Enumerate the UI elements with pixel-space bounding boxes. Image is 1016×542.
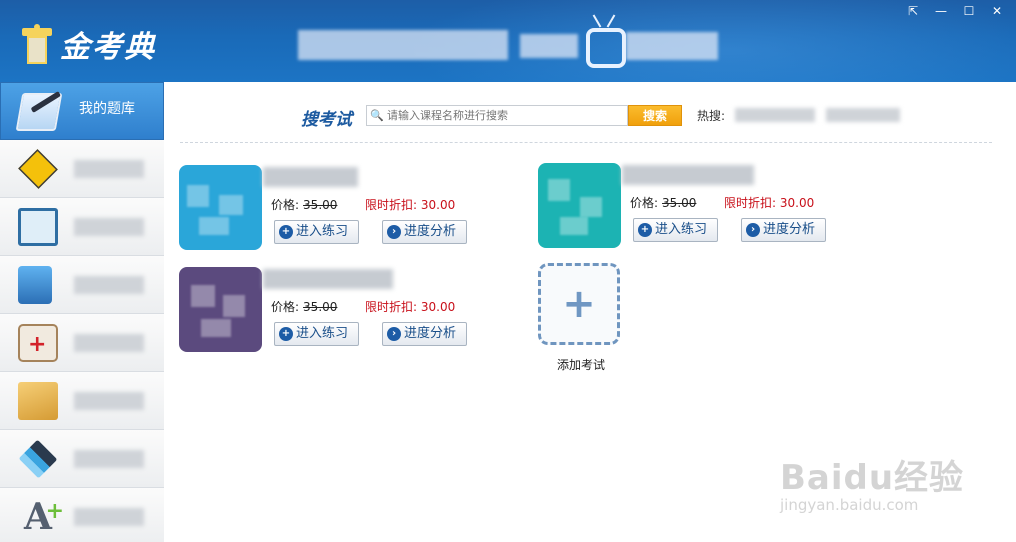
enter-practice-button[interactable]: + 进入练习	[633, 218, 718, 242]
plus-circle-icon: +	[638, 223, 652, 237]
progress-analysis-button[interactable]: › 进度分析	[382, 220, 467, 244]
close-button[interactable]: ✕	[984, 2, 1010, 20]
chevron-right-circle-icon: ›	[746, 223, 760, 237]
progress-analysis-button[interactable]: › 进度分析	[382, 322, 467, 346]
enter-practice-button[interactable]: + 进入练习	[274, 220, 359, 244]
sidebar-item-8[interactable]: A +	[0, 488, 164, 542]
pin-icon[interactable]: ⇱	[900, 2, 926, 20]
sidebar: 我的题库 A+	[0, 82, 164, 542]
divider	[180, 142, 992, 143]
app-logo: 金考典	[22, 22, 156, 66]
search-icon: 🔍	[370, 109, 384, 122]
course-card: 价格: 35.00 限时折扣: 30.00 + 进入练习 › 进度分析	[179, 267, 479, 357]
search-button[interactable]: 搜索	[628, 105, 682, 126]
sidebar-item-4[interactable]	[0, 256, 164, 314]
course-discount: 限时折扣: 30.00	[365, 300, 456, 314]
enter-practice-button[interactable]: + 进入练习	[274, 322, 359, 346]
chevron-right-circle-icon: ›	[387, 327, 401, 341]
letter-a-plus-icon: A +	[24, 496, 64, 538]
sidebar-label-blurred	[74, 450, 144, 468]
logo-text: 金考典	[60, 30, 156, 65]
course-card: 价格: 35.00 限时折扣: 30.00 + 进入练习 › 进度分析	[538, 163, 838, 253]
maximize-button[interactable]: ☐	[956, 2, 982, 20]
course-title-blurred	[263, 167, 358, 187]
banner-text-blurred-3	[626, 32, 718, 60]
hot-search-label: 热搜:	[697, 109, 726, 123]
tv-icon	[580, 14, 630, 72]
sidebar-label-blurred	[74, 392, 144, 410]
course-price: 价格: 35.00	[271, 198, 338, 212]
course-discount: 限时折扣: 30.00	[724, 196, 815, 210]
minimize-button[interactable]: —	[928, 2, 954, 20]
sidebar-item-5[interactable]	[0, 314, 164, 372]
watermark-url: jingyan.baidu.com	[780, 496, 919, 514]
sidebar-item-2[interactable]	[0, 140, 164, 198]
course-title-blurred	[622, 165, 754, 185]
clipboard-icon	[18, 208, 58, 246]
search-box: 🔍	[366, 105, 628, 126]
course-discount: 限时折扣: 30.00	[365, 198, 456, 212]
course-title-blurred	[263, 269, 393, 289]
hot-search-item-blurred[interactable]	[735, 108, 815, 122]
sidebar-item-3[interactable]	[0, 198, 164, 256]
plus-circle-icon: +	[279, 225, 293, 239]
course-thumbnail[interactable]	[538, 163, 621, 248]
window-controls: ⇱ — ☐ ✕	[900, 2, 1010, 20]
folder-icon	[18, 382, 58, 420]
sidebar-label-blurred	[74, 334, 144, 352]
bar-chart-book-icon	[18, 266, 52, 304]
watermark-main: Baidu经验	[780, 458, 965, 498]
chevron-right-circle-icon: ›	[387, 225, 401, 239]
medical-kit-icon	[18, 324, 58, 362]
search-title: 搜考试	[301, 110, 352, 130]
plus-icon: +	[562, 281, 596, 327]
add-exam-label: 添加考试	[557, 358, 606, 372]
sidebar-label-blurred	[74, 160, 144, 178]
sidebar-label-blurred	[74, 508, 144, 526]
book-pen-icon	[15, 90, 63, 131]
add-exam-button[interactable]: +	[538, 263, 620, 345]
baidu-watermark: Baidu经验 jingyan.baidu.com	[780, 440, 1010, 530]
search-input[interactable]	[387, 107, 625, 124]
course-price: 价格: 35.00	[271, 300, 338, 314]
sidebar-label-blurred	[74, 218, 144, 236]
course-card: 价格: 35.00 限时折扣: 30.00 + 进入练习 › 进度分析	[179, 165, 479, 255]
plus-circle-icon: +	[279, 327, 293, 341]
sidebar-label-blurred	[74, 276, 144, 294]
construction-sign-icon	[18, 149, 58, 189]
sidebar-item-my-question-bank[interactable]: 我的题库	[0, 82, 164, 140]
course-thumbnail[interactable]	[179, 267, 262, 352]
progress-analysis-button[interactable]: › 进度分析	[741, 218, 826, 242]
sidebar-item-label: 我的题库	[79, 101, 135, 117]
hot-search-item-blurred[interactable]	[826, 108, 900, 122]
banner-text-blurred	[298, 30, 508, 60]
banner-text-blurred-2	[520, 34, 578, 58]
layers-icon	[18, 439, 58, 479]
course-thumbnail[interactable]	[179, 165, 262, 250]
sidebar-item-7[interactable]	[0, 430, 164, 488]
app-window: 金考典 ⇱ — ☐ ✕ 我的题库 + A + 搜考试 🔍 请输入课程名称进行搜索…	[0, 0, 1016, 542]
sidebar-item-6[interactable]	[0, 372, 164, 430]
logo-tower-icon	[22, 24, 52, 64]
course-price: 价格: 35.00	[630, 196, 697, 210]
header-banner: 金考典 ⇱ — ☐ ✕	[0, 0, 1016, 82]
